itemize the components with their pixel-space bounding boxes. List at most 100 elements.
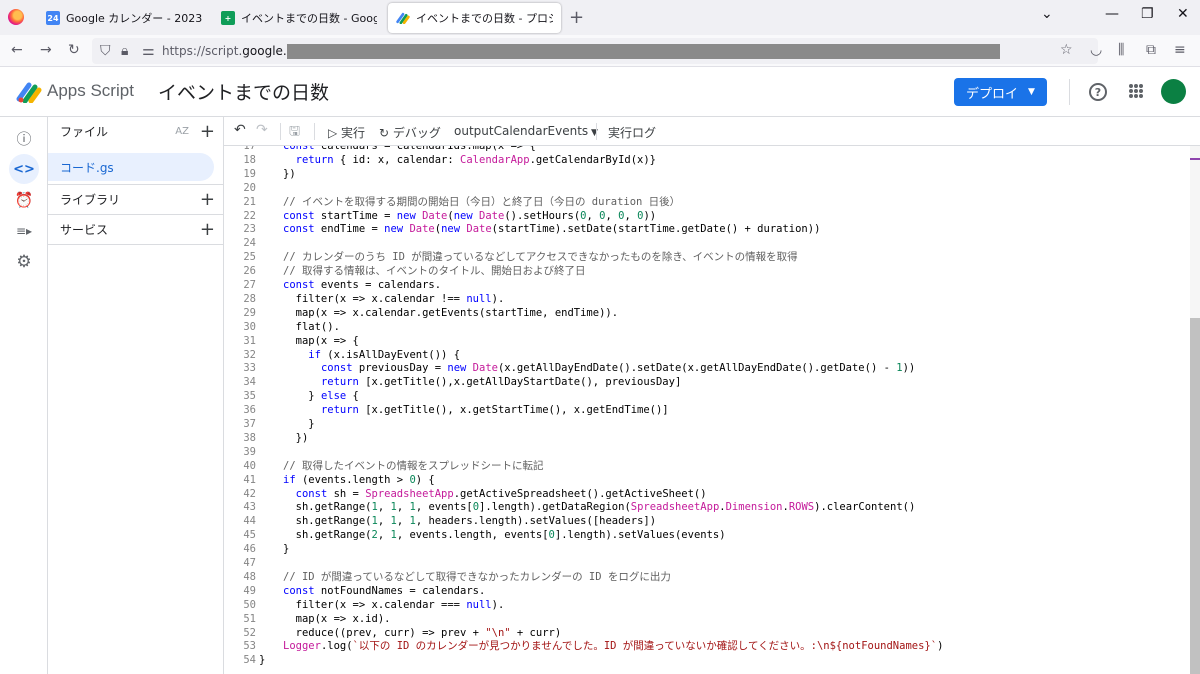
code-line[interactable]: Logger.log(`以下の ID のカレンダーが見つかりませんでした。ID … xyxy=(283,639,943,653)
pocket-icon[interactable]: ◡ xyxy=(1090,42,1102,58)
save-icon[interactable]: 🖫 xyxy=(289,122,300,144)
tab-list-chevron-icon[interactable]: ⌄ xyxy=(1041,6,1053,22)
forward-icon[interactable]: → xyxy=(40,42,52,58)
code-line[interactable]: // 取得したイベントの情報をスプレッドシートに転記 xyxy=(283,459,543,473)
gear-icon[interactable]: ⚙ xyxy=(9,247,39,277)
code-line[interactable]: } xyxy=(259,653,265,667)
vertical-scrollbar[interactable] xyxy=(1190,146,1200,674)
code-line[interactable]: if (x.isAllDayEvent()) { xyxy=(283,348,460,362)
help-icon[interactable]: ? xyxy=(1089,83,1107,101)
scrollbar-thumb[interactable] xyxy=(1190,318,1200,674)
browser-tab-calendar[interactable]: 24 Google カレンダー - 2023年 6月 2 xyxy=(38,3,210,33)
address-bar[interactable]: ⛉ 🔒︎ ⚌ https://script.google.com/ xyxy=(92,38,1098,64)
code-line[interactable]: // 取得する情報は、イベントのタイトル、開始日および終了日 xyxy=(283,264,585,278)
code-line[interactable]: filter(x => x.calendar === null). xyxy=(283,598,505,612)
code-line[interactable]: sh.getRange(2, 1, events.length, events[… xyxy=(283,528,726,542)
avatar[interactable] xyxy=(1161,79,1186,104)
editor-toolbar: ↶ ↷ 🖫 ▷ 実行 ↻ デバッグ outputCalendarEvents ▼… xyxy=(224,117,1200,146)
overview-ruler-marker xyxy=(1190,158,1200,160)
line-number: 49 xyxy=(243,584,256,597)
executions-icon[interactable]: ≡▸ xyxy=(9,216,39,246)
line-number: 50 xyxy=(243,598,256,611)
libraries-row[interactable]: ライブラリ + xyxy=(48,185,223,213)
code-line[interactable]: const notFoundNames = calendars. xyxy=(283,584,485,598)
undo-icon[interactable]: ↶ xyxy=(234,122,246,138)
permissions-icon[interactable]: ⚌ xyxy=(142,43,155,59)
app-name[interactable]: Apps Script xyxy=(47,81,134,101)
debug-button[interactable]: ↻ デバッグ xyxy=(379,124,441,141)
line-number: 42 xyxy=(243,487,256,500)
apps-script-header: Apps Script イベントまでの日数 デプロイ ▼ ? xyxy=(0,67,1200,117)
code-area[interactable]: const calendars = calendarIds.map(x => {… xyxy=(259,146,1151,674)
code-line[interactable]: return [x.getTitle(),x.getAllDayStartDat… xyxy=(283,375,681,389)
code-line[interactable]: return [x.getTitle(), x.getStartTime(), … xyxy=(283,403,669,417)
info-icon[interactable]: ⓘ xyxy=(9,123,39,153)
code-line[interactable]: sh.getRange(1, 1, 1, events[0].length).g… xyxy=(283,500,916,514)
add-service-icon[interactable]: + xyxy=(200,219,215,240)
code-line[interactable]: }) xyxy=(283,167,296,181)
code-line[interactable]: // ID が間違っているなどして取得できなかったカレンダーの ID をログに出… xyxy=(283,570,671,584)
google-apps-icon[interactable] xyxy=(1129,84,1143,98)
code-line[interactable]: sh.getRange(1, 1, 1, headers.length).set… xyxy=(283,514,656,528)
line-number: 30 xyxy=(243,320,256,333)
firefox-icon[interactable] xyxy=(8,9,24,25)
file-code-gs[interactable]: コード.gs xyxy=(48,153,214,181)
add-library-icon[interactable]: + xyxy=(200,189,215,210)
deploy-button[interactable]: デプロイ ▼ xyxy=(954,78,1047,106)
code-editor[interactable]: 17 18 19 20 21 22 23 24 25 26 27 28 29 30 31 32 33 34 35 36… xyxy=(224,146,1200,674)
code-line[interactable]: // イベントを取得する期間の開始日（今日）と終了日（今日の duration … xyxy=(283,195,680,209)
libraries-label: ライブラリ xyxy=(60,192,121,207)
browser-tab-sheets[interactable]: + イベントまでの日数 - Google スプレッ xyxy=(213,3,385,33)
code-line[interactable]: const events = calendars. xyxy=(283,278,441,292)
function-name: outputCalendarEvents xyxy=(454,124,589,138)
code-line[interactable]: } xyxy=(283,417,314,431)
code-line[interactable]: reduce((prev, curr) => prev + "\n" + cur… xyxy=(283,626,562,640)
close-window-icon[interactable]: ✕ xyxy=(1177,6,1189,22)
code-line[interactable]: }) xyxy=(283,431,309,445)
toolbar-separator xyxy=(596,123,597,140)
library-icon[interactable]: ⫼ xyxy=(1118,42,1124,58)
line-number: 19 xyxy=(243,167,256,180)
add-file-icon[interactable]: + xyxy=(200,121,215,142)
services-row[interactable]: サービス + xyxy=(48,215,223,243)
redacted-url-block xyxy=(287,44,1000,59)
divider xyxy=(48,244,223,245)
back-icon[interactable]: ← xyxy=(11,42,23,58)
code-line[interactable]: map(x => x.calendar.getEvents(startTime,… xyxy=(283,306,618,320)
menu-icon[interactable]: ≡ xyxy=(1174,42,1186,58)
reload-icon[interactable]: ↻ xyxy=(68,42,80,58)
extensions-icon[interactable]: ⧉ xyxy=(1146,42,1156,58)
redo-icon[interactable]: ↷ xyxy=(256,122,268,138)
line-number: 29 xyxy=(243,306,256,319)
execution-log-button[interactable]: 実行ログ xyxy=(608,124,656,141)
code-line[interactable]: filter(x => x.calendar !== null). xyxy=(283,292,505,306)
code-icon[interactable]: <> xyxy=(9,154,39,184)
code-line[interactable]: // カレンダーのうち ID が間違っているなどしてアクセスできなかったものを除… xyxy=(283,250,798,264)
line-number: 34 xyxy=(243,376,256,389)
code-line[interactable]: return { id: x, calendar: CalendarApp.ge… xyxy=(283,153,656,167)
bookmark-star-icon[interactable]: ☆ xyxy=(1060,42,1073,58)
minimize-icon[interactable]: — xyxy=(1105,6,1119,22)
run-button[interactable]: ▷ 実行 xyxy=(328,124,365,141)
code-line[interactable]: map(x => { xyxy=(283,334,359,348)
project-title[interactable]: イベントまでの日数 xyxy=(158,78,329,105)
browser-tab-apps-script[interactable]: イベントまでの日数 - プロジェクト編集 xyxy=(388,3,561,33)
code-line[interactable]: const previousDay = new Date(x.getAllDay… xyxy=(283,361,915,375)
sheets-favicon-icon: + xyxy=(221,11,235,25)
code-line[interactable]: const sh = SpreadsheetApp.getActiveSprea… xyxy=(283,487,707,501)
clock-icon[interactable]: ⏰ xyxy=(9,185,39,215)
restore-icon[interactable]: ❐ xyxy=(1141,6,1154,22)
code-line[interactable]: map(x => x.id). xyxy=(283,612,391,626)
code-line[interactable]: } xyxy=(283,542,289,556)
new-tab-icon[interactable]: + xyxy=(569,7,584,28)
sort-az-icon[interactable]: AZ xyxy=(175,126,189,137)
apps-script-logo-icon[interactable] xyxy=(16,81,42,103)
function-select[interactable]: outputCalendarEvents ▼ xyxy=(454,124,598,138)
code-line[interactable]: const startTime = new Date(new Date().se… xyxy=(283,209,656,223)
shield-icon[interactable]: ⛉ xyxy=(100,43,111,59)
code-line[interactable]: flat(). xyxy=(283,320,340,334)
code-line[interactable]: const endTime = new Date(new Date(startT… xyxy=(283,222,820,236)
code-line[interactable]: if (events.length > 0) { xyxy=(283,473,435,487)
lock-icon[interactable]: 🔒︎ xyxy=(121,43,128,59)
code-line[interactable]: } else { xyxy=(283,389,359,403)
